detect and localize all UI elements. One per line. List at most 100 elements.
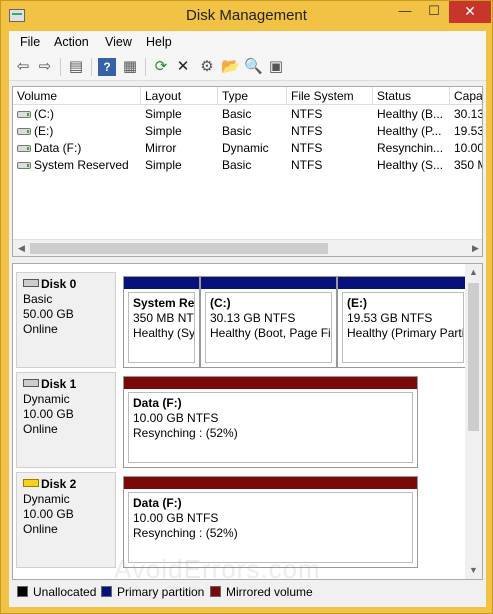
table-row[interactable]: (C:) Simple Basic NTFS Healthy (B... 30.… xyxy=(13,106,483,123)
disk-kind: Dynamic xyxy=(23,392,70,406)
disk-label[interactable]: Disk 2 Dynamic 10.00 GB Online xyxy=(16,472,116,568)
forward-icon[interactable]: ⇨ xyxy=(36,58,54,76)
partition-system-reserved[interactable]: System Res 350 MB NTF Healthy (Sy xyxy=(123,276,200,368)
legend-label: Mirrored volume xyxy=(226,585,313,599)
disk-label[interactable]: Disk 1 Dynamic 10.00 GB Online xyxy=(16,372,116,468)
title-bar: Disk Management — ☐ ✕ xyxy=(1,1,492,31)
column-capacity[interactable]: Capa xyxy=(450,87,482,105)
partition-status: Healthy (Primary Parti xyxy=(347,326,464,340)
partition-name: (C:) xyxy=(210,296,231,310)
capacity-cell: 30.13 xyxy=(454,107,483,121)
column-layout[interactable]: Layout xyxy=(141,87,218,105)
disk-kind: Dynamic xyxy=(23,492,70,506)
scroll-down-icon[interactable]: ▼ xyxy=(465,562,482,579)
scroll-left-icon[interactable]: ◀ xyxy=(13,240,30,256)
scroll-up-icon[interactable]: ▲ xyxy=(465,264,482,281)
status-cell: Healthy (B... xyxy=(377,107,444,121)
partition-bar xyxy=(338,277,468,289)
table-row[interactable]: (E:) Simple Basic NTFS Healthy (P... 19.… xyxy=(13,123,482,140)
menu-help[interactable]: Help xyxy=(146,35,172,49)
delete-icon[interactable]: ✕ xyxy=(174,58,192,76)
partition-e[interactable]: (E:) 19.53 GB NTFS Healthy (Primary Part… xyxy=(337,276,469,368)
disk-row: Disk 1 Dynamic 10.00 GB Online Data (F:)… xyxy=(13,372,465,470)
partition-size: 10.00 GB NTFS xyxy=(133,411,219,425)
warning-disk-icon xyxy=(23,479,39,487)
partition-status: Resynching : (52%) xyxy=(133,426,238,440)
menu-action[interactable]: Action xyxy=(54,35,89,49)
legend: Unallocated Primary partition Mirrored v… xyxy=(12,582,483,602)
watermark: AvoidErrors.com xyxy=(114,554,321,584)
settings-icon[interactable]: ⚙ xyxy=(198,58,216,76)
column-type[interactable]: Type xyxy=(218,87,287,105)
fs-cell: NTFS xyxy=(291,141,323,155)
close-button[interactable]: ✕ xyxy=(449,1,491,23)
menu-file[interactable]: File xyxy=(20,35,40,49)
scroll-thumb[interactable] xyxy=(30,243,328,254)
scroll-right-icon[interactable]: ▶ xyxy=(467,240,482,256)
fs-cell: NTFS xyxy=(291,124,323,138)
volume-name: (C:) xyxy=(34,107,54,121)
table-row[interactable]: System Reserved Simple Basic NTFS Health… xyxy=(13,157,482,174)
partition-name: Data (F:) xyxy=(133,396,182,410)
fs-cell: NTFS xyxy=(291,107,323,121)
disk-icon xyxy=(23,279,39,287)
layout-cell: Mirror xyxy=(145,141,177,155)
help-icon[interactable]: ? xyxy=(98,58,116,76)
disk-label[interactable]: Disk 0 Basic 50.00 GB Online xyxy=(16,272,116,368)
volume-name: Data (F:) xyxy=(34,141,82,155)
layout-cell: Simple xyxy=(145,158,182,172)
show-hide-console-tree-icon[interactable]: ▤ xyxy=(67,58,85,76)
scroll-thumb[interactable] xyxy=(468,283,479,431)
column-file-system[interactable]: File System xyxy=(287,87,373,105)
partition-body: Data (F:) 10.00 GB NTFS Resynching : (52… xyxy=(128,392,413,463)
menu-bar: File Action View Help xyxy=(9,31,486,53)
legend-swatch xyxy=(210,586,221,597)
type-cell: Basic xyxy=(222,158,252,172)
export-icon[interactable]: ▣ xyxy=(267,58,285,76)
volume-name: System Reserved xyxy=(34,158,129,172)
status-cell: Healthy (S... xyxy=(377,158,444,172)
minimize-button[interactable]: — xyxy=(391,1,419,23)
volume-icon xyxy=(17,111,31,118)
disk-kind: Basic xyxy=(23,292,53,306)
legend-label: Unallocated xyxy=(33,585,97,599)
disk-size: 10.00 GB xyxy=(23,407,74,421)
type-cell: Basic xyxy=(222,107,252,121)
open-folder-icon[interactable]: 📂 xyxy=(221,58,240,76)
capacity-cell: 10.00 xyxy=(454,141,483,155)
partition-status: Healthy (Sy xyxy=(133,326,195,340)
partition-size: 10.00 GB NTFS xyxy=(133,511,219,525)
disk-icon xyxy=(23,379,39,387)
vertical-scrollbar[interactable]: ▲ ▼ xyxy=(465,264,482,579)
volume-cell: Data (F:) xyxy=(13,140,141,157)
status-cell: Resynchin... xyxy=(377,141,444,155)
volume-list-header: Volume Layout Type File System Status Ca… xyxy=(13,87,482,105)
partition-bar xyxy=(124,477,417,489)
disk-name: Disk 1 xyxy=(41,377,77,391)
disk-name: Disk 0 xyxy=(41,277,77,291)
partition-c[interactable]: (C:) 30.13 GB NTFS Healthy (Boot, Page F… xyxy=(200,276,337,368)
legend-swatch xyxy=(101,586,112,597)
disk-state: Online xyxy=(23,322,58,336)
menu-view[interactable]: View xyxy=(105,35,132,49)
properties-icon[interactable]: ▦ xyxy=(121,58,139,76)
partition-name: (E:) xyxy=(347,296,367,310)
horizontal-scrollbar[interactable]: ◀ ▶ xyxy=(13,239,482,256)
maximize-button[interactable]: ☐ xyxy=(420,1,448,23)
back-icon[interactable]: ⇦ xyxy=(14,58,32,76)
disk-state: Online xyxy=(23,422,58,436)
column-status[interactable]: Status xyxy=(373,87,450,105)
column-volume[interactable]: Volume xyxy=(13,87,141,105)
table-row[interactable]: Data (F:) Mirror Dynamic NTFS Resynchin.… xyxy=(13,140,483,157)
partition-status: Healthy (Boot, Page Fil xyxy=(210,326,332,340)
partition-name: Data (F:) xyxy=(133,496,182,510)
type-cell: Dynamic xyxy=(222,141,269,155)
refresh-icon[interactable]: ⟳ xyxy=(152,58,170,76)
volume-icon xyxy=(17,128,31,135)
legend-unallocated: Unallocated xyxy=(17,585,96,599)
partition-data-f[interactable]: Data (F:) 10.00 GB NTFS Resynching : (52… xyxy=(123,376,418,468)
partition-size: 350 MB NTF xyxy=(133,311,195,325)
capacity-cell: 350 M xyxy=(454,158,482,172)
search-icon[interactable]: 🔍 xyxy=(244,58,263,76)
disk-name: Disk 2 xyxy=(41,477,77,491)
